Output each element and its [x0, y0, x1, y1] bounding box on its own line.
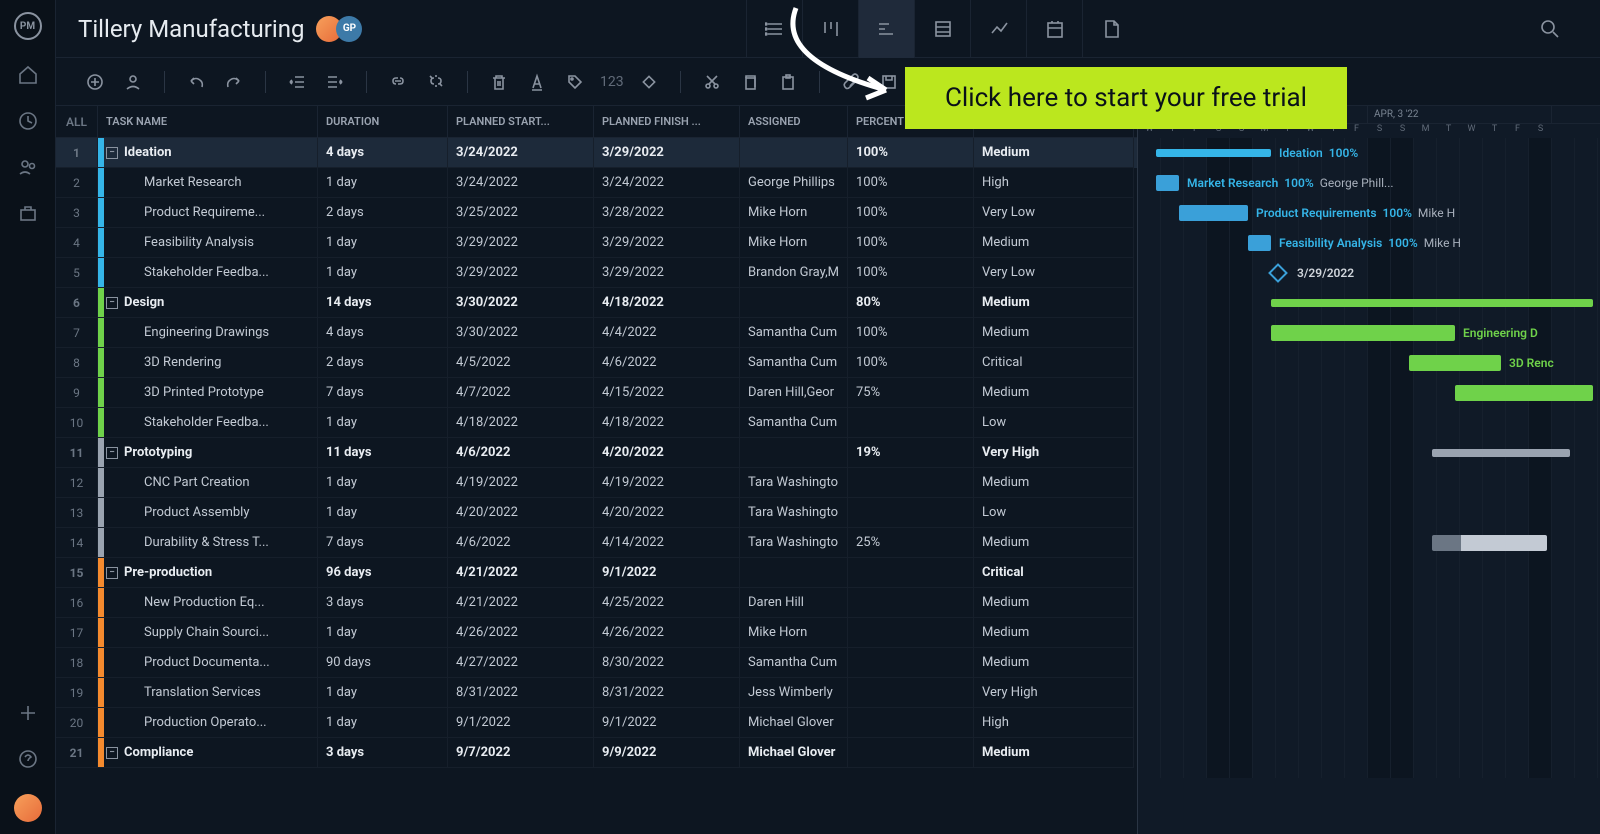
task-row[interactable]: 12CNC Part Creation1 day4/19/20224/19/20…	[56, 468, 1137, 498]
task-row[interactable]: 10Stakeholder Feedba...1 day4/18/20224/1…	[56, 408, 1137, 438]
user-avatar[interactable]	[14, 794, 42, 822]
toolbar: 123	[56, 58, 1600, 106]
collapse-icon[interactable]: −	[106, 147, 118, 159]
collapse-icon[interactable]: −	[106, 747, 118, 759]
task-row[interactable]: 2Market Research1 day3/24/20223/24/2022G…	[56, 168, 1137, 198]
task-row[interactable]: 7Engineering Drawings4 days3/30/20224/4/…	[56, 318, 1137, 348]
link-button[interactable]	[381, 65, 415, 99]
tag-button[interactable]	[558, 65, 592, 99]
task-row[interactable]: 21−Compliance3 days9/7/20229/9/2022Micha…	[56, 738, 1137, 768]
copy-button[interactable]	[733, 65, 767, 99]
task-grid: ALLTASK NAMEDURATIONPLANNED START...PLAN…	[56, 106, 1138, 834]
unlink-button[interactable]	[419, 65, 453, 99]
cta-callout[interactable]: Click here to start your free trial	[905, 67, 1347, 129]
collaborators[interactable]: GP	[322, 16, 362, 42]
add-icon[interactable]	[17, 702, 39, 724]
view-calendar[interactable]	[1026, 0, 1082, 58]
view-list[interactable]	[746, 0, 802, 58]
left-rail: PM	[0, 0, 56, 834]
indent-button[interactable]	[318, 65, 352, 99]
view-gantt[interactable]	[858, 0, 914, 58]
task-row[interactable]: 18Product Documenta...90 days4/27/20228/…	[56, 648, 1137, 678]
task-row[interactable]: 1−Ideation4 days3/24/20223/29/2022100%Me…	[56, 138, 1137, 168]
outdent-button[interactable]	[280, 65, 314, 99]
milestone-button[interactable]	[632, 65, 666, 99]
task-row[interactable]: 13Product Assembly1 day4/20/20224/20/202…	[56, 498, 1137, 528]
col-finish[interactable]: PLANNED FINISH ...	[594, 106, 740, 137]
view-doc[interactable]	[1082, 0, 1138, 58]
app-logo[interactable]: PM	[14, 12, 42, 40]
task-row[interactable]: 6−Design14 days3/30/20224/18/202280%Medi…	[56, 288, 1137, 318]
delete-button[interactable]	[482, 65, 516, 99]
avatar-2[interactable]: GP	[336, 16, 362, 42]
top-bar: Tillery Manufacturing GP	[56, 0, 1600, 58]
col-start[interactable]: PLANNED START...	[448, 106, 594, 137]
view-dashboard[interactable]	[970, 0, 1026, 58]
paste-button[interactable]	[771, 65, 805, 99]
cut-button[interactable]	[695, 65, 729, 99]
view-sheet[interactable]	[914, 0, 970, 58]
add-task-button[interactable]	[78, 65, 112, 99]
recent-icon[interactable]	[17, 110, 39, 132]
task-row[interactable]: 3Product Requireme...2 days3/25/20223/28…	[56, 198, 1137, 228]
task-row[interactable]: 19Translation Services1 day8/31/20228/31…	[56, 678, 1137, 708]
briefcase-icon[interactable]	[17, 202, 39, 224]
collapse-icon[interactable]: −	[106, 297, 118, 309]
task-row[interactable]: 11−Prototyping11 days4/6/20224/20/202219…	[56, 438, 1137, 468]
task-row[interactable]: 17Supply Chain Sourci...1 day4/26/20224/…	[56, 618, 1137, 648]
help-icon[interactable]	[17, 748, 39, 770]
view-board[interactable]	[802, 0, 858, 58]
task-row[interactable]: 4Feasibility Analysis1 day3/29/20223/29/…	[56, 228, 1137, 258]
task-row[interactable]: 5Stakeholder Feedba...1 day3/29/20223/29…	[56, 258, 1137, 288]
task-row[interactable]: 14Durability & Stress T...7 days4/6/2022…	[56, 528, 1137, 558]
task-row[interactable]: 15−Pre-production96 days4/21/20229/1/202…	[56, 558, 1137, 588]
save-button[interactable]	[872, 65, 906, 99]
search-button[interactable]	[1522, 19, 1578, 39]
col-name[interactable]: TASK NAME	[98, 106, 318, 137]
undo-button[interactable]	[179, 65, 213, 99]
task-row[interactable]: 83D Rendering2 days4/5/20224/6/2022Saman…	[56, 348, 1137, 378]
task-row[interactable]: 20Production Operato...1 day9/1/20229/1/…	[56, 708, 1137, 738]
project-title: Tillery Manufacturing	[78, 15, 304, 43]
col-ass[interactable]: ASSIGNED	[740, 106, 848, 137]
collapse-icon[interactable]: −	[106, 447, 118, 459]
assign-button[interactable]	[116, 65, 150, 99]
collapse-icon[interactable]: −	[106, 567, 118, 579]
gantt-chart[interactable]: n, 20 '22MAR, 27 '22APR, 3 '22 WTFSSMTWT…	[1138, 106, 1600, 834]
task-row[interactable]: 16New Production Eq...3 days4/21/20224/2…	[56, 588, 1137, 618]
redo-button[interactable]	[217, 65, 251, 99]
text-format-button[interactable]	[520, 65, 554, 99]
attach-button[interactable]	[834, 65, 868, 99]
col-dur[interactable]: DURATION	[318, 106, 448, 137]
team-icon[interactable]	[17, 156, 39, 178]
col-all[interactable]: ALL	[56, 106, 98, 137]
home-icon[interactable]	[17, 64, 39, 86]
task-row[interactable]: 93D Printed Prototype7 days4/7/20224/15/…	[56, 378, 1137, 408]
numbering-label[interactable]: 123	[596, 74, 628, 90]
